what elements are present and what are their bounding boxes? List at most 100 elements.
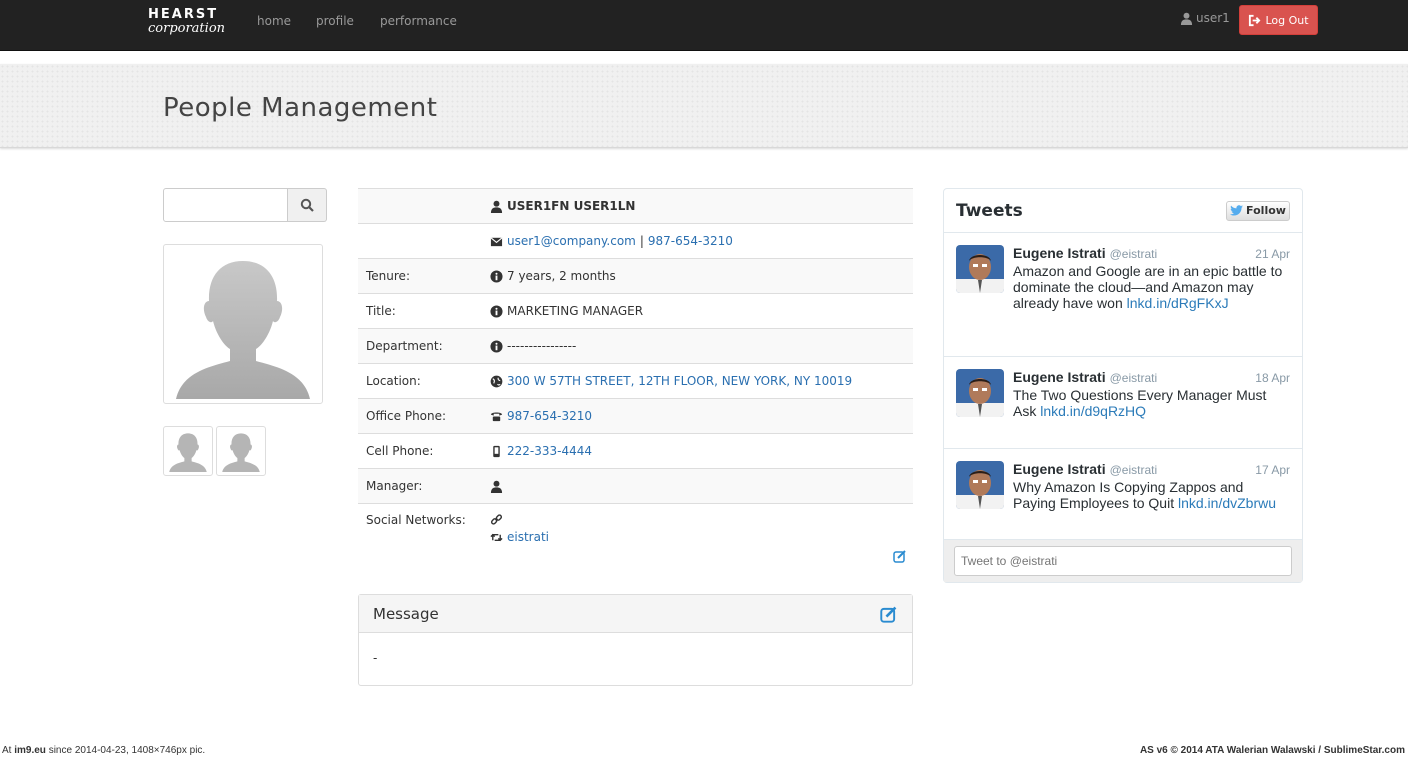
department-value: ---------------- — [507, 339, 577, 353]
search-box — [163, 188, 327, 222]
tweet-compose-area — [944, 539, 1302, 582]
tenure-value: 7 years, 2 months — [507, 269, 616, 283]
cell-phone-link[interactable]: 222-333-4444 — [507, 444, 592, 458]
page-title: People Management — [163, 93, 438, 123]
info-icon — [490, 304, 503, 318]
tweet-author-handle[interactable]: @eistrati — [1110, 371, 1158, 385]
retweet-icon — [490, 533, 503, 541]
edit-profile-icon[interactable] — [893, 549, 907, 563]
user-icon — [490, 480, 503, 493]
footer-site[interactable]: im9.eu — [14, 745, 46, 756]
tweet-author-handle[interactable]: @eistrati — [1110, 247, 1158, 261]
message-panel-header: Message — [359, 595, 912, 633]
message-body: - — [373, 651, 378, 665]
social-label: Social Networks: — [366, 513, 466, 527]
tweet-date[interactable]: 21 Apr — [1255, 247, 1290, 261]
tweet-item[interactable]: Eugene Istrati @eistrati 21 Apr Amazon an… — [944, 233, 1302, 357]
user-name: user1 — [1196, 11, 1230, 25]
tweet-item[interactable]: Eugene Istrati @eistrati 17 Apr Why Amazo… — [944, 449, 1302, 541]
logout-label: Log Out — [1265, 13, 1309, 27]
logout-button[interactable]: Log Out — [1239, 5, 1318, 35]
tweet-item[interactable]: Eugene Istrati @eistrati 18 Apr The Two Q… — [944, 357, 1302, 449]
contact-separator: | — [639, 234, 644, 248]
email-link[interactable]: user1@company.com — [507, 234, 636, 248]
twitter-bird-icon — [1230, 205, 1244, 216]
row-contact: user1@company.com | 987-654-3210 — [358, 224, 913, 259]
search-button[interactable] — [288, 188, 327, 222]
info-icon — [490, 269, 503, 283]
nav-performance[interactable]: performance — [380, 14, 457, 28]
tenure-label: Tenure: — [366, 269, 410, 283]
hearst-logo[interactable]: HEARST corporation — [148, 7, 232, 39]
nav-home[interactable]: home — [257, 14, 291, 28]
tweet-link[interactable]: lnkd.in/dvZbrwu — [1178, 495, 1276, 511]
employee-name: USER1FN USER1LN — [507, 199, 636, 213]
twitter-handle-link[interactable]: eistrati — [507, 530, 549, 544]
edit-message-icon[interactable] — [880, 605, 898, 623]
row-name: USER1FN USER1LN — [358, 189, 913, 224]
tweet-link[interactable]: lnkd.in/d9qRzHQ — [1040, 403, 1146, 419]
profile-silhouette-icon — [176, 261, 310, 399]
user-icon — [1180, 12, 1193, 25]
row-tenure: Tenure: 7 years, 2 months — [358, 259, 913, 294]
location-link[interactable]: 300 W 57TH STREET, 12TH FLOOR, NEW YORK,… — [507, 374, 852, 388]
thumbnail-silhouette-icon — [222, 433, 260, 472]
tweet-date[interactable]: 18 Apr — [1255, 371, 1290, 385]
department-label: Department: — [366, 339, 443, 353]
row-department: Department: ---------------- — [358, 329, 913, 364]
footer-left-prefix: At — [2, 745, 15, 756]
tweet-author-name[interactable]: Eugene Istrati — [1013, 245, 1106, 261]
user-menu[interactable]: user1 — [1180, 11, 1230, 25]
tweet-author-name[interactable]: Eugene Istrati — [1013, 461, 1106, 477]
office-phone-link[interactable]: 987-654-3210 — [507, 409, 592, 423]
title-value: MARKETING MANAGER — [507, 304, 644, 318]
tweet-date[interactable]: 17 Apr — [1255, 463, 1290, 477]
link-icon — [490, 514, 503, 525]
logout-icon — [1249, 14, 1261, 26]
info-icon — [490, 339, 503, 353]
footer-left: At im9.eu since 2014-04-23, 1408×746px p… — [2, 745, 205, 756]
tweets-title: Tweets — [956, 200, 1023, 221]
footer-right[interactable]: AS v6 © 2014 ATA Walerian Walawski / Sub… — [1140, 745, 1405, 756]
contact-phone-link[interactable]: 987-654-3210 — [648, 234, 733, 248]
search-icon — [300, 198, 314, 212]
tweets-widget: Tweets Follow Eugene Istrati @eistrati 21… — [943, 188, 1303, 583]
author-avatar[interactable] — [956, 245, 1004, 293]
profile-thumbnail-2[interactable] — [216, 426, 266, 476]
search-input[interactable] — [163, 188, 288, 222]
manager-label: Manager: — [366, 479, 423, 493]
author-avatar[interactable] — [956, 369, 1004, 417]
user-icon — [490, 200, 503, 213]
profile-thumbnail-1[interactable] — [163, 426, 213, 476]
tweet-author-name[interactable]: Eugene Istrati — [1013, 369, 1106, 385]
thumbnail-silhouette-icon — [169, 433, 207, 472]
tweet-author-handle[interactable]: @eistrati — [1110, 463, 1158, 477]
title-label: Title: — [366, 304, 396, 318]
message-title: Message — [373, 604, 439, 623]
logo-line1: HEARST — [148, 7, 219, 22]
tweet-compose-input[interactable] — [954, 546, 1292, 576]
office-phone-label: Office Phone: — [366, 409, 447, 423]
row-cell-phone: Cell Phone: 222-333-4444 — [358, 434, 913, 469]
nav-profile[interactable]: profile — [316, 14, 354, 28]
profile-info-table: USER1FN USER1LN user1@company.com | 987-… — [358, 188, 913, 570]
profile-photo — [163, 244, 323, 404]
row-title: Title: MARKETING MANAGER — [358, 294, 913, 329]
row-office-phone: Office Phone: 987-654-3210 — [358, 399, 913, 434]
footer-left-rest: since 2014-04-23, 1408×746px pic. — [45, 745, 206, 756]
row-social-networks: Social Networks: eistrati — [358, 504, 913, 570]
author-avatar[interactable] — [956, 461, 1004, 509]
tweets-header: Tweets Follow — [944, 189, 1302, 233]
message-panel: Message - — [358, 594, 913, 686]
envelope-icon — [490, 236, 503, 246]
row-location: Location: 300 W 57TH STREET, 12TH FLOOR,… — [358, 364, 913, 399]
tweet-link[interactable]: lnkd.in/dRgFKxJ — [1127, 295, 1229, 311]
follow-button[interactable]: Follow — [1226, 200, 1290, 221]
cell-phone-label: Cell Phone: — [366, 444, 434, 458]
follow-label: Follow — [1246, 204, 1286, 217]
top-navbar: HEARST corporation home profile performa… — [0, 0, 1408, 51]
logo-line2: corporation — [148, 21, 226, 36]
row-manager: Manager: — [358, 469, 913, 504]
location-label: Location: — [366, 374, 421, 388]
mobile-phone-icon — [493, 445, 500, 457]
